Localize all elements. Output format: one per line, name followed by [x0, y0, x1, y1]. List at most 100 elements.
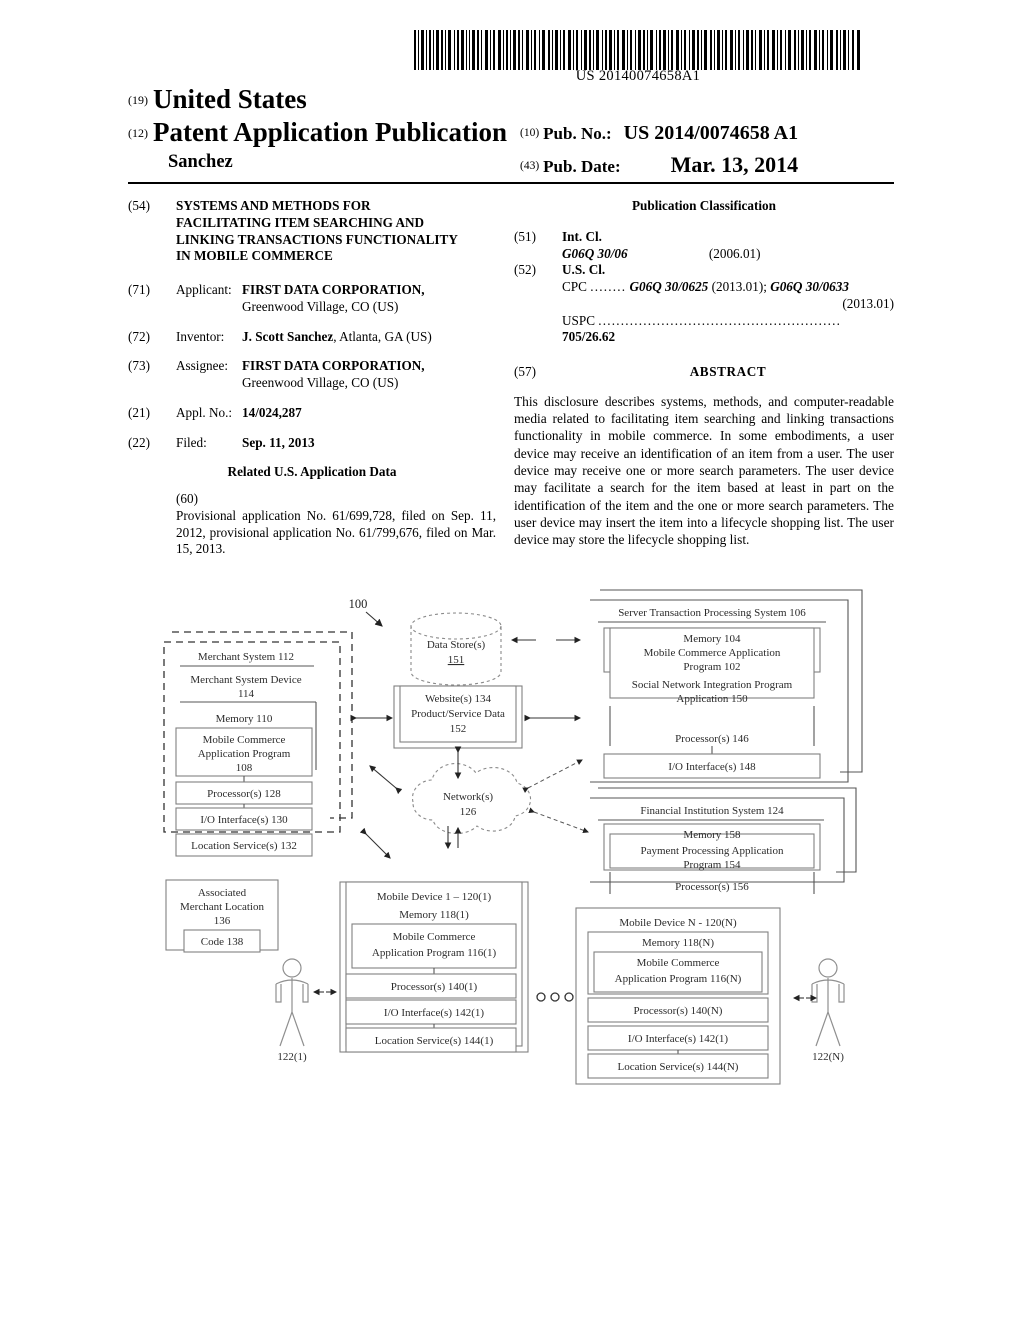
- cpc-value-2: G06Q 30/0633: [770, 279, 849, 295]
- pub-no-label: Pub. No.:: [543, 124, 612, 143]
- financial-system-title: Financial Institution System 124: [640, 805, 784, 817]
- mobile-device-n-app-line1: Mobile Commerce: [637, 957, 720, 969]
- country-code: (19): [128, 93, 148, 107]
- publication-classification-heading: Publication Classification: [632, 198, 776, 213]
- field-code-22: (22): [128, 434, 150, 450]
- financial-app-line1: Payment Processing Application: [641, 845, 784, 857]
- mobile-device-n-title: Mobile Device N - 120(N): [619, 917, 737, 929]
- publication-number-row: (10) Pub. No.: US 2014/0074658 A1: [520, 122, 798, 145]
- field-code-57: (57): [514, 364, 536, 380]
- mobile-device-n-app-line2: Application Program 116(N): [615, 973, 742, 985]
- publication-date-row: (43) Pub. Date: Mar. 13, 2014: [520, 152, 798, 178]
- uspc-leader-dots: ........................................…: [598, 312, 842, 328]
- network-line1: Network(s): [443, 791, 493, 803]
- barcode-number: US 20140074658A1: [575, 68, 701, 84]
- field-code-51: (51): [514, 228, 536, 244]
- uspc-label: USPC: [562, 312, 595, 328]
- inventor-name: J. Scott Sanchez: [242, 328, 334, 344]
- server-social-line2: Application 150: [676, 693, 748, 705]
- field-appl-no: (21) Appl. No.: 14/024,287: [128, 405, 496, 422]
- website-line3: 152: [450, 723, 467, 735]
- ellipsis-dot-3: [564, 992, 574, 1002]
- financial-memory-label: Memory 158: [683, 829, 741, 841]
- merchant-system-device-label: Merchant System Device: [190, 674, 301, 686]
- related-application-data-heading: Related U.S. Application Data: [227, 464, 397, 480]
- int-cl-value: G06Q 30/06: [562, 245, 628, 261]
- barcode: [412, 30, 864, 70]
- mobile-device-n-group: Mobile Device N - 120(N) Memory 118(N) M…: [575, 907, 781, 1085]
- merchant-io-label: I/O Interface(s) 130: [200, 814, 288, 826]
- merchant-location-line2: Merchant Location: [180, 901, 264, 913]
- financial-processor-label: Processor(s) 156: [675, 881, 749, 893]
- appl-no-label: Appl. No.:: [176, 404, 233, 420]
- cpc-label: CPC: [562, 279, 587, 295]
- mobile-device-1-app-line2: Application Program 116(1): [372, 947, 497, 959]
- merchant-system-group: Merchant System 112 Merchant System Devi…: [163, 631, 353, 857]
- cpc-row: CPC ........ G06Q 30/0625 (2013.01); G06…: [514, 279, 894, 296]
- field-code-54: (54): [128, 198, 150, 213]
- merchant-location-line3: 136: [214, 915, 231, 927]
- data-store-line2: 151: [448, 654, 465, 666]
- cpc-version-2-row: (2013.01): [514, 296, 894, 313]
- mobile-device-1-title: Mobile Device 1 – 120(1): [377, 891, 492, 903]
- assignee-label: Assignee:: [176, 358, 229, 374]
- bibliographic-left-column: (54) SYSTEMS AND METHODS FOR FACILITATIN…: [128, 198, 496, 558]
- conn-merchant-bottom-network: [359, 827, 391, 859]
- merchant-system-device-num: 114: [238, 688, 255, 700]
- mobile-device-1-group: Mobile Device 1 – 120(1) Memory 118(1) M…: [339, 881, 529, 1053]
- cpc-version-2: (2013.01): [842, 295, 894, 311]
- user-1-body-icon: [275, 978, 309, 1047]
- assignee-name: FIRST DATA CORPORATION,: [242, 358, 425, 374]
- field-title: (54) SYSTEMS AND METHODS FOR FACILITATIN…: [128, 198, 496, 265]
- server-transaction-system-group: Server Transaction Processing System 106…: [590, 589, 863, 783]
- server-app-line1: Mobile Commerce Application: [644, 647, 781, 659]
- merchant-processor-label: Processor(s) 128: [207, 788, 281, 800]
- field-us-cl: (52) U.S. Cl.: [514, 262, 894, 279]
- mobile-device-1-memory: Memory 118(1): [399, 909, 469, 921]
- server-app-line2: Program 102: [683, 661, 740, 673]
- applicant-address: Greenwood Village, CO (US): [242, 298, 399, 314]
- masthead: (19) United States (12) Patent Application…: [128, 84, 896, 180]
- data-store-top-ellipse: [410, 612, 502, 640]
- pub-date-value: Mar. 13, 2014: [670, 152, 799, 177]
- doc-type-code: (12): [128, 126, 148, 140]
- related-provisional-text: Provisional application No. 61/699,728, …: [176, 507, 496, 557]
- financial-institution-group: Financial Institution System 124 Memory …: [590, 787, 857, 894]
- website-group: Website(s) 134 Product/Service Data 152: [393, 685, 523, 749]
- merchant-app-line1: Mobile Commerce: [203, 734, 286, 746]
- server-system-title: Server Transaction Processing System 106: [618, 607, 806, 619]
- field-code-52: (52): [514, 262, 536, 278]
- merchant-location-code: Code 138: [201, 936, 244, 948]
- int-cl-value-row: G06Q 30/06 (2006.01): [514, 246, 894, 263]
- mobile-device-n-location: Location Service(s) 144(N): [618, 1061, 739, 1073]
- user-n-label: 122(N): [812, 1051, 844, 1063]
- conn-network-server: [522, 759, 583, 793]
- country-name: United States: [153, 84, 307, 114]
- field-int-cl: (51) Int. Cl.: [514, 229, 894, 246]
- mobile-device-1-io: I/O Interface(s) 142(1): [384, 1007, 485, 1019]
- pub-no-code: (10): [520, 127, 540, 139]
- conn-network-financial: [528, 807, 589, 834]
- doc-type-line: (12) Patent Application Publication: [128, 117, 507, 148]
- int-cl-label: Int. Cl.: [562, 228, 602, 244]
- header-divider: [128, 182, 894, 184]
- appl-no-value: 14/024,287: [242, 404, 302, 420]
- mobile-device-n-io: I/O Interface(s) 142(1): [628, 1033, 729, 1045]
- applicant-label: Applicant:: [176, 282, 232, 298]
- cpc-value-1: G06Q 30/0625: [629, 279, 709, 295]
- bibliographic-right-column: Publication Classification (51) Int. Cl.…: [514, 198, 894, 548]
- mobile-device-1-location: Location Service(s) 144(1): [375, 1035, 494, 1047]
- abstract-heading: ABSTRACT: [689, 364, 767, 380]
- inventor-address: , Atlanta, GA (US): [333, 328, 432, 344]
- figure-reference-label: 100: [349, 597, 368, 611]
- merchant-app-line2: Application Program: [198, 748, 291, 760]
- field-code-60: (60): [176, 491, 198, 507]
- mobile-device-n-processor: Processor(s) 140(N): [634, 1005, 723, 1017]
- data-store-line1: Data Store(s): [427, 639, 486, 651]
- applicant-name: FIRST DATA CORPORATION,: [242, 282, 425, 298]
- website-line2: Product/Service Data: [411, 708, 505, 720]
- country-line: (19) United States: [128, 84, 307, 115]
- abstract-heading-row: (57) ABSTRACT: [514, 364, 894, 381]
- int-cl-version: (2006.01): [708, 245, 761, 261]
- conn-merchant-network: [369, 765, 403, 795]
